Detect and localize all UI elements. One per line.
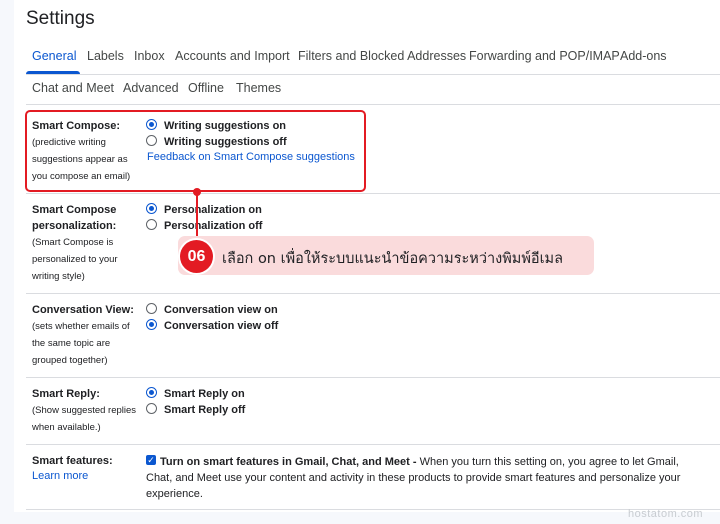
- radio-selected-icon: [146, 387, 157, 398]
- personalization-title-2: personalization:: [32, 220, 117, 232]
- watermark: hostatom.com: [628, 508, 704, 520]
- personalization-desc-2: personalized to your: [32, 254, 118, 265]
- smart-reply-on-radio[interactable]: Smart Reply on: [146, 386, 245, 402]
- tab-inbox[interactable]: Inbox: [134, 49, 165, 63]
- tab-add-ons[interactable]: Add-ons: [620, 49, 667, 63]
- smart-features-title: Smart features:: [32, 455, 113, 467]
- smart-features-checkbox[interactable]: ✓: [146, 455, 156, 465]
- conversation-view-title: Conversation View:: [32, 304, 134, 316]
- radio-unselected-icon: [146, 303, 157, 314]
- section-divider: [26, 444, 720, 445]
- smart-reply-desc-1: (Show suggested replies: [32, 405, 137, 416]
- annotation-highlight-box: [25, 110, 366, 192]
- personalization-desc-3: writing style): [32, 271, 85, 282]
- conversation-view-desc-3: grouped together): [32, 355, 108, 366]
- annotation-connector-line: [196, 192, 198, 236]
- annotation-step-number: 06: [180, 240, 213, 273]
- learn-more-link[interactable]: Learn more: [32, 470, 88, 482]
- section-divider: [26, 193, 720, 194]
- tab-forwarding[interactable]: Forwarding and POP/IMAP: [469, 49, 620, 63]
- tabs-row2-divider: [26, 104, 720, 105]
- tab-advanced[interactable]: Advanced: [123, 81, 179, 95]
- option-label: Personalization on: [164, 204, 262, 216]
- option-label: Smart Reply on: [164, 388, 245, 400]
- option-label: Smart Reply off: [164, 404, 246, 416]
- page-title: Settings: [26, 8, 95, 29]
- smart-features-description: Turn on smart features in Gmail, Chat, a…: [146, 454, 706, 502]
- smart-reply-title: Smart Reply:: [32, 388, 100, 400]
- conversation-view-on-radio[interactable]: Conversation view on: [146, 302, 278, 318]
- section-divider: [26, 377, 720, 378]
- smart-reply-off-radio[interactable]: Smart Reply off: [146, 402, 245, 418]
- option-label: Personalization off: [164, 220, 263, 232]
- tab-filters[interactable]: Filters and Blocked Addresses: [298, 49, 466, 63]
- smart-reply-desc-2: when available.): [32, 422, 101, 433]
- tab-labels[interactable]: Labels: [87, 49, 124, 63]
- section-divider: [26, 509, 720, 510]
- conversation-view-desc-1: (sets whether emails of: [32, 321, 130, 332]
- option-label: Conversation view on: [164, 304, 278, 316]
- radio-unselected-icon: [146, 403, 157, 414]
- option-label: Conversation view off: [164, 320, 279, 332]
- annotation-connector-dot: [193, 188, 201, 196]
- smart-features-option-label: Turn on smart features in Gmail, Chat, a…: [160, 456, 417, 468]
- personalization-on-radio[interactable]: Personalization on: [146, 202, 262, 218]
- section-divider: [26, 293, 720, 294]
- radio-selected-icon: [146, 319, 157, 330]
- radio-unselected-icon: [146, 219, 157, 230]
- radio-selected-icon: [146, 203, 157, 214]
- personalization-desc-1: (Smart Compose is: [32, 237, 114, 248]
- conversation-view-desc-2: the same topic are: [32, 338, 111, 349]
- tab-offline[interactable]: Offline: [188, 81, 224, 95]
- conversation-view-off-radio[interactable]: Conversation view off: [146, 318, 278, 334]
- tabs-divider: [26, 74, 720, 75]
- tab-themes[interactable]: Themes: [236, 81, 281, 95]
- annotation-text: เลือก on เพื่อให้ระบบแนะนำข้อความระหว่าง…: [222, 251, 563, 267]
- tab-accounts-and-import[interactable]: Accounts and Import: [175, 49, 290, 63]
- personalization-off-radio[interactable]: Personalization off: [146, 218, 262, 234]
- personalization-title-1: Smart Compose: [32, 204, 117, 216]
- tab-chat-and-meet[interactable]: Chat and Meet: [32, 81, 114, 95]
- tab-general[interactable]: General: [32, 49, 76, 63]
